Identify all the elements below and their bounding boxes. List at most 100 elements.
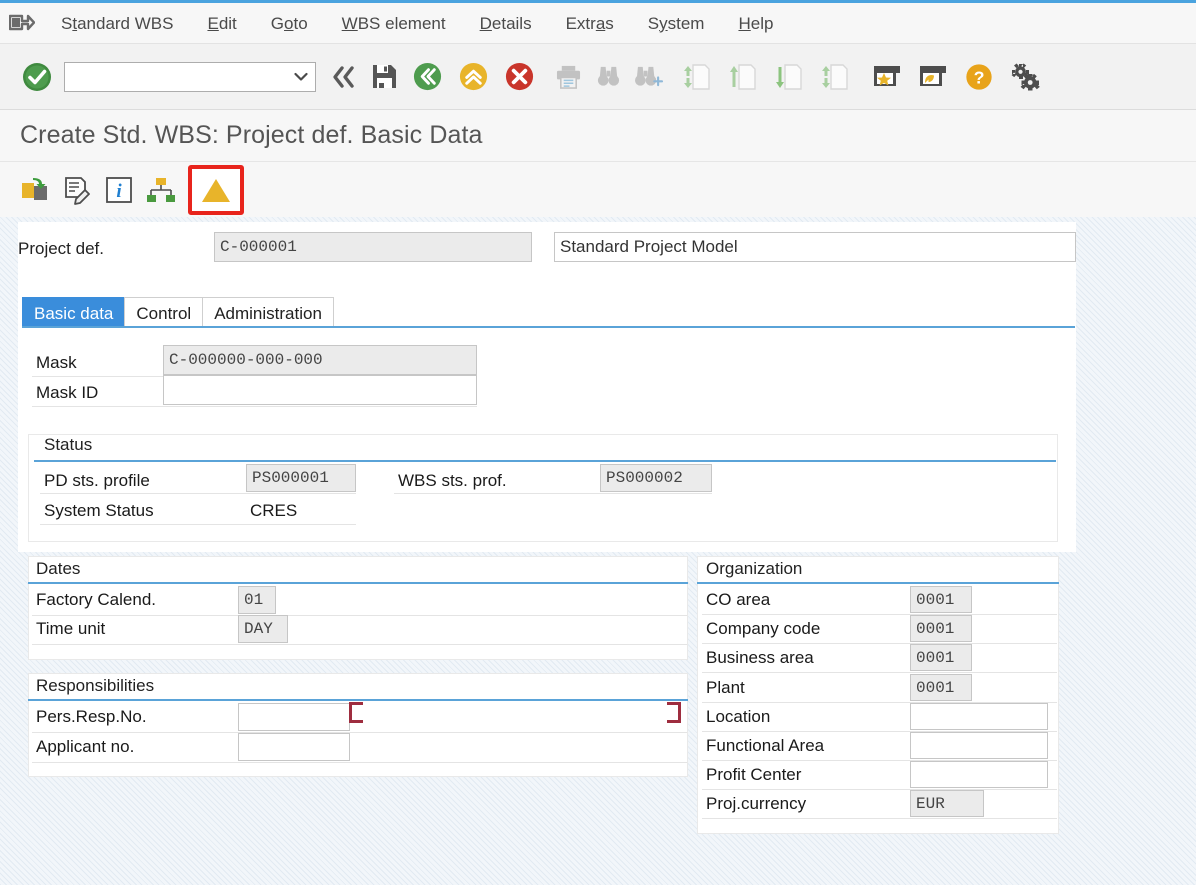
menu-item-details[interactable]: Details xyxy=(463,3,549,44)
responsibilities-group-rule xyxy=(28,699,688,701)
project-def-field[interactable]: C-000001 xyxy=(214,232,532,262)
dates-group-rule xyxy=(28,582,688,584)
menu-item-help[interactable]: Help xyxy=(721,3,790,44)
binoculars-find-button[interactable] xyxy=(588,55,628,99)
menu-label: System xyxy=(647,13,705,33)
copy-transfer-button[interactable] xyxy=(14,169,56,211)
mask-field[interactable]: C-000000-000-000 xyxy=(163,345,477,375)
content-panel: Project def. C-000001 Standard Project M… xyxy=(18,222,1076,552)
previous-page-button[interactable] xyxy=(720,55,766,99)
menu-label: Details xyxy=(479,13,532,33)
menu-label: Help xyxy=(738,13,774,33)
previous-chevrons-button[interactable] xyxy=(324,55,364,99)
co-area-label: CO area xyxy=(706,590,771,609)
functional-area-field[interactable] xyxy=(910,732,1048,759)
sap-logo-icon[interactable] xyxy=(0,13,44,33)
status-group-title: Status xyxy=(44,435,93,454)
wbs-status-profile-label: WBS sts. prof. xyxy=(398,471,507,490)
selection-marker-bottom-right xyxy=(667,709,681,723)
time-unit-label: Time unit xyxy=(36,619,106,638)
next-page-button[interactable] xyxy=(766,55,812,99)
row-divider xyxy=(40,493,356,494)
window-session-button[interactable] xyxy=(910,55,956,99)
row-divider xyxy=(394,493,712,494)
menu-label: Standard WBS xyxy=(61,13,174,33)
last-page-button[interactable] xyxy=(812,55,858,99)
row-divider xyxy=(702,818,1057,819)
command-input[interactable] xyxy=(65,62,315,91)
svg-text:?: ? xyxy=(974,67,985,87)
gear-button[interactable] xyxy=(1002,55,1048,99)
pers-resp-no-label: Pers.Resp.No. xyxy=(36,707,147,726)
tab-control[interactable]: Control xyxy=(124,297,204,328)
enter-check-button[interactable] xyxy=(14,55,60,99)
menu-label: Goto xyxy=(270,13,308,33)
command-field[interactable] xyxy=(64,61,316,92)
row-divider xyxy=(32,762,687,763)
business-area-field[interactable]: 0001 xyxy=(910,644,972,671)
menu-item-wbs-element[interactable]: WBS element xyxy=(325,3,463,44)
plant-field[interactable]: 0001 xyxy=(910,674,972,701)
row-divider xyxy=(32,406,477,407)
svg-text:i: i xyxy=(116,181,122,202)
menu-item-system[interactable]: System xyxy=(631,3,722,44)
binoculars-find-next-button[interactable] xyxy=(628,55,668,99)
factory-calendar-label: Factory Calend. xyxy=(36,590,156,609)
row-divider xyxy=(702,789,1057,790)
title-bar: Create Std. WBS: Project def. Basic Data xyxy=(0,110,1196,162)
window-star-button[interactable] xyxy=(864,55,910,99)
org-hierarchy-button[interactable] xyxy=(140,169,182,211)
mask-id-field[interactable] xyxy=(163,375,477,405)
system-status-value: CRES xyxy=(250,501,298,520)
organization-group-rule xyxy=(697,582,1059,584)
menu-item-standard-wbs[interactable]: Standard WBS xyxy=(44,3,190,44)
help-question-button[interactable]: ? xyxy=(956,55,1002,99)
co-area-field[interactable]: 0001 xyxy=(910,586,972,613)
exit-button[interactable] xyxy=(450,55,496,99)
responsibilities-group-title: Responsibilities xyxy=(36,676,155,695)
location-field[interactable] xyxy=(910,703,1048,730)
company-code-label: Company code xyxy=(706,619,821,638)
document-pencil-button[interactable] xyxy=(56,169,98,211)
pd-status-profile-label: PD sts. profile xyxy=(44,471,150,490)
time-unit-field[interactable]: DAY xyxy=(238,615,288,643)
pers-resp-no-field[interactable] xyxy=(238,703,350,731)
tab-basic-data[interactable]: Basic data xyxy=(22,297,126,328)
proj-currency-field[interactable]: EUR xyxy=(910,790,984,817)
row-divider xyxy=(702,614,1057,615)
cancel-button[interactable] xyxy=(496,55,542,99)
mask-id-label: Mask ID xyxy=(36,383,99,402)
row-divider xyxy=(32,615,687,616)
first-page-button[interactable] xyxy=(674,55,720,99)
organization-group-title: Organization xyxy=(706,559,803,578)
menu-label: Edit xyxy=(207,13,237,33)
pd-status-profile-field[interactable]: PS000001 xyxy=(246,464,356,492)
mask-label: Mask xyxy=(36,353,77,372)
system-status-label: System Status xyxy=(44,501,154,520)
save-floppy-button[interactable] xyxy=(364,55,404,99)
printer-button[interactable] xyxy=(548,55,588,99)
factory-calendar-field[interactable]: 01 xyxy=(238,586,276,614)
profit-center-field[interactable] xyxy=(910,761,1048,788)
info-button[interactable]: i xyxy=(98,169,140,211)
applicant-no-field[interactable] xyxy=(238,733,350,761)
tab-strip: Basic data Control Administration xyxy=(22,295,1075,328)
menu-item-goto[interactable]: Goto xyxy=(254,3,325,44)
application-toolbar: i xyxy=(0,162,1196,217)
menu-item-edit[interactable]: Edit xyxy=(190,3,253,44)
menu-label: Extras xyxy=(565,13,614,33)
project-description-field[interactable]: Standard Project Model xyxy=(554,232,1076,262)
warning-triangle-button[interactable] xyxy=(188,164,244,215)
tab-label: Administration xyxy=(214,304,322,323)
dates-group-title: Dates xyxy=(36,559,81,578)
plant-label: Plant xyxy=(706,678,745,697)
proj-currency-label: Proj.currency xyxy=(706,794,807,813)
tab-administration[interactable]: Administration xyxy=(202,297,334,328)
wbs-status-profile-field[interactable]: PS000002 xyxy=(600,464,712,492)
menu-item-extras[interactable]: Extras xyxy=(549,3,631,44)
row-divider xyxy=(702,643,1057,644)
selection-marker-bottom-left xyxy=(349,709,363,723)
back-button[interactable] xyxy=(404,55,450,99)
location-label: Location xyxy=(706,707,771,726)
company-code-field[interactable]: 0001 xyxy=(910,615,972,642)
